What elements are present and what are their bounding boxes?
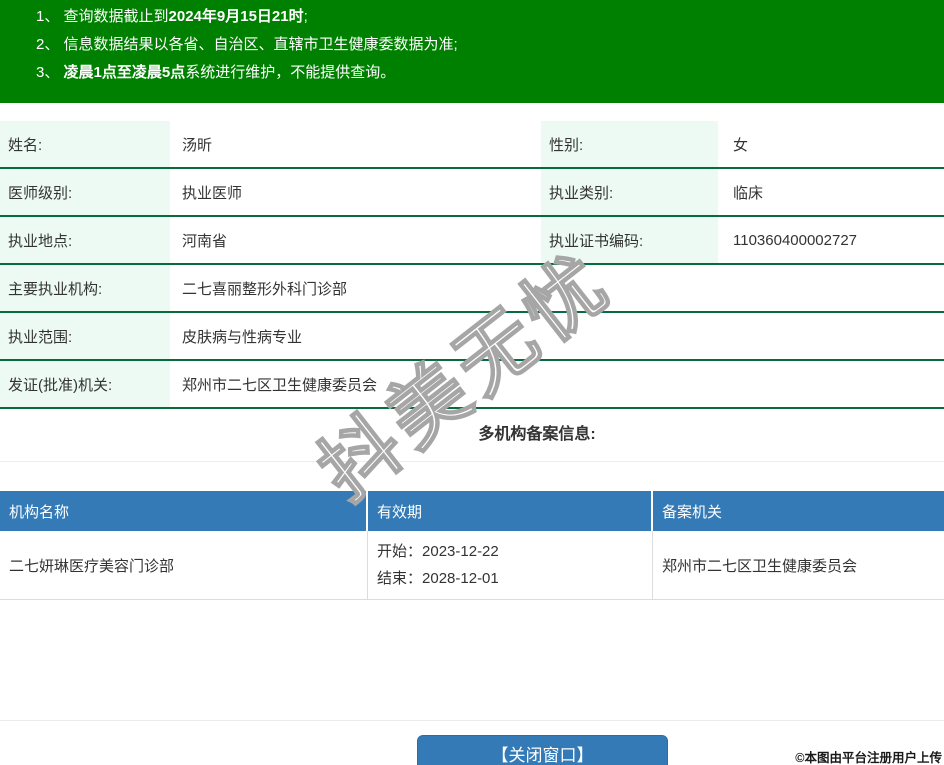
- table-row-name-gender: 姓名: 汤昕 性别: 女: [0, 121, 944, 169]
- gender-label: 性别:: [541, 121, 718, 167]
- doctor-level-label: 医师级别:: [0, 169, 170, 215]
- validity-start-date: 2023-12-22: [422, 543, 499, 560]
- table-row-level-category: 医师级别: 执业医师 执业类别: 临床: [0, 169, 944, 217]
- copyright-note: ©本图由平台注册用户上传: [795, 751, 942, 765]
- notice-line-1-bold: 2024年9月15日21时: [168, 8, 304, 25]
- table-row-issuing-authority: 发证(批准)机关: 郑州市二七区卫生健康委员会: [0, 361, 944, 409]
- practice-category-label: 执业类别:: [541, 169, 718, 215]
- practice-scope-label: 执业范围:: [0, 313, 170, 359]
- notice-line-3-end: 系统进行维护，不能提供查询。: [185, 64, 396, 81]
- certificate-number-label: 执业证书编码:: [541, 217, 718, 263]
- validity-end-line: 结束：2028-12-01: [377, 565, 652, 592]
- doctor-level-value: 执业医师: [182, 184, 243, 202]
- filing-authority-cell: 郑州市二七区卫生健康委员会: [662, 557, 858, 575]
- practice-scope-value: 皮肤病与性病专业: [182, 328, 303, 346]
- notice-line-1: 1、 查询数据截止到2024年9月15日21时;: [36, 3, 934, 31]
- notice-line-3: 3、 凌晨1点至凌晨5点系统进行维护，不能提供查询。: [36, 59, 934, 87]
- close-window-button[interactable]: 【关闭窗口】: [417, 735, 668, 765]
- filing-table-row: 二七妍琳医疗美容门诊部 开始：2023-12-22 结束：2028-12-01 …: [0, 531, 944, 600]
- validity-start-line: 开始：2023-12-22: [377, 538, 652, 565]
- main-institution-value: 二七喜丽整形外科门诊部: [182, 280, 348, 298]
- table-row-main-institution: 主要执业机构: 二七喜丽整形外科门诊部: [0, 265, 944, 313]
- practice-location-value: 河南省: [182, 232, 228, 250]
- notice-line-1-text: 1、 查询数据截止到: [36, 8, 169, 25]
- column-header-validity: 有效期: [368, 491, 653, 531]
- table-row-practice-scope: 执业范围: 皮肤病与性病专业: [0, 313, 944, 361]
- notice-line-1-end: ;: [303, 8, 308, 25]
- notice-banner: 1、 查询数据截止到2024年9月15日21时; 2、 信息数据结果以各省、自治…: [0, 0, 944, 103]
- main-institution-label: 主要执业机构:: [0, 265, 170, 311]
- filing-table-header: 机构名称 有效期 备案机关: [0, 491, 944, 531]
- validity-cell: 开始：2023-12-22 结束：2028-12-01: [368, 531, 653, 599]
- practice-location-label: 执业地点:: [0, 217, 170, 263]
- name-label: 姓名:: [0, 121, 170, 167]
- practitioner-info-table: 姓名: 汤昕 性别: 女 医师级别: 执业医师 执业类别: 临床 执业地点: 河…: [0, 121, 944, 462]
- footer-separator-line: [0, 720, 944, 721]
- gender-value: 女: [733, 136, 749, 154]
- org-name-cell: 二七妍琳医疗美容门诊部: [0, 531, 368, 599]
- notice-line-3-prefix: 3、: [36, 64, 64, 81]
- table-row-location-certificate: 执业地点: 河南省 执业证书编码: 110360400002727: [0, 217, 944, 265]
- practice-category-value: 临床: [733, 184, 764, 202]
- certificate-number-value: 110360400002727: [733, 231, 858, 249]
- notice-line-2-text: 2、 信息数据结果以各省、自治区、直辖市卫生健康委数据为准;: [36, 36, 458, 53]
- multi-org-filing-heading: 多机构备案信息:: [0, 409, 944, 462]
- name-value: 汤昕: [182, 136, 213, 154]
- license-query-result-page: 1、 查询数据截止到2024年9月15日21时; 2、 信息数据结果以各省、自治…: [0, 0, 944, 765]
- column-header-org-name: 机构名称: [0, 491, 368, 531]
- validity-end-date: 2028-12-01: [422, 570, 499, 587]
- notice-line-2: 2、 信息数据结果以各省、自治区、直辖市卫生健康委数据为准;: [36, 31, 934, 59]
- validity-end-label: 结束：: [377, 570, 423, 587]
- issuing-authority-value: 郑州市二七区卫生健康委员会: [182, 376, 378, 394]
- notice-line-3-bold: 凌晨1点至凌晨5点: [63, 64, 186, 81]
- issuing-authority-label: 发证(批准)机关:: [0, 361, 170, 407]
- validity-start-label: 开始：: [377, 543, 423, 560]
- column-header-filing-authority: 备案机关: [662, 503, 723, 521]
- filing-table: 机构名称 有效期 备案机关 二七妍琳医疗美容门诊部 开始：2023-12-22 …: [0, 491, 944, 600]
